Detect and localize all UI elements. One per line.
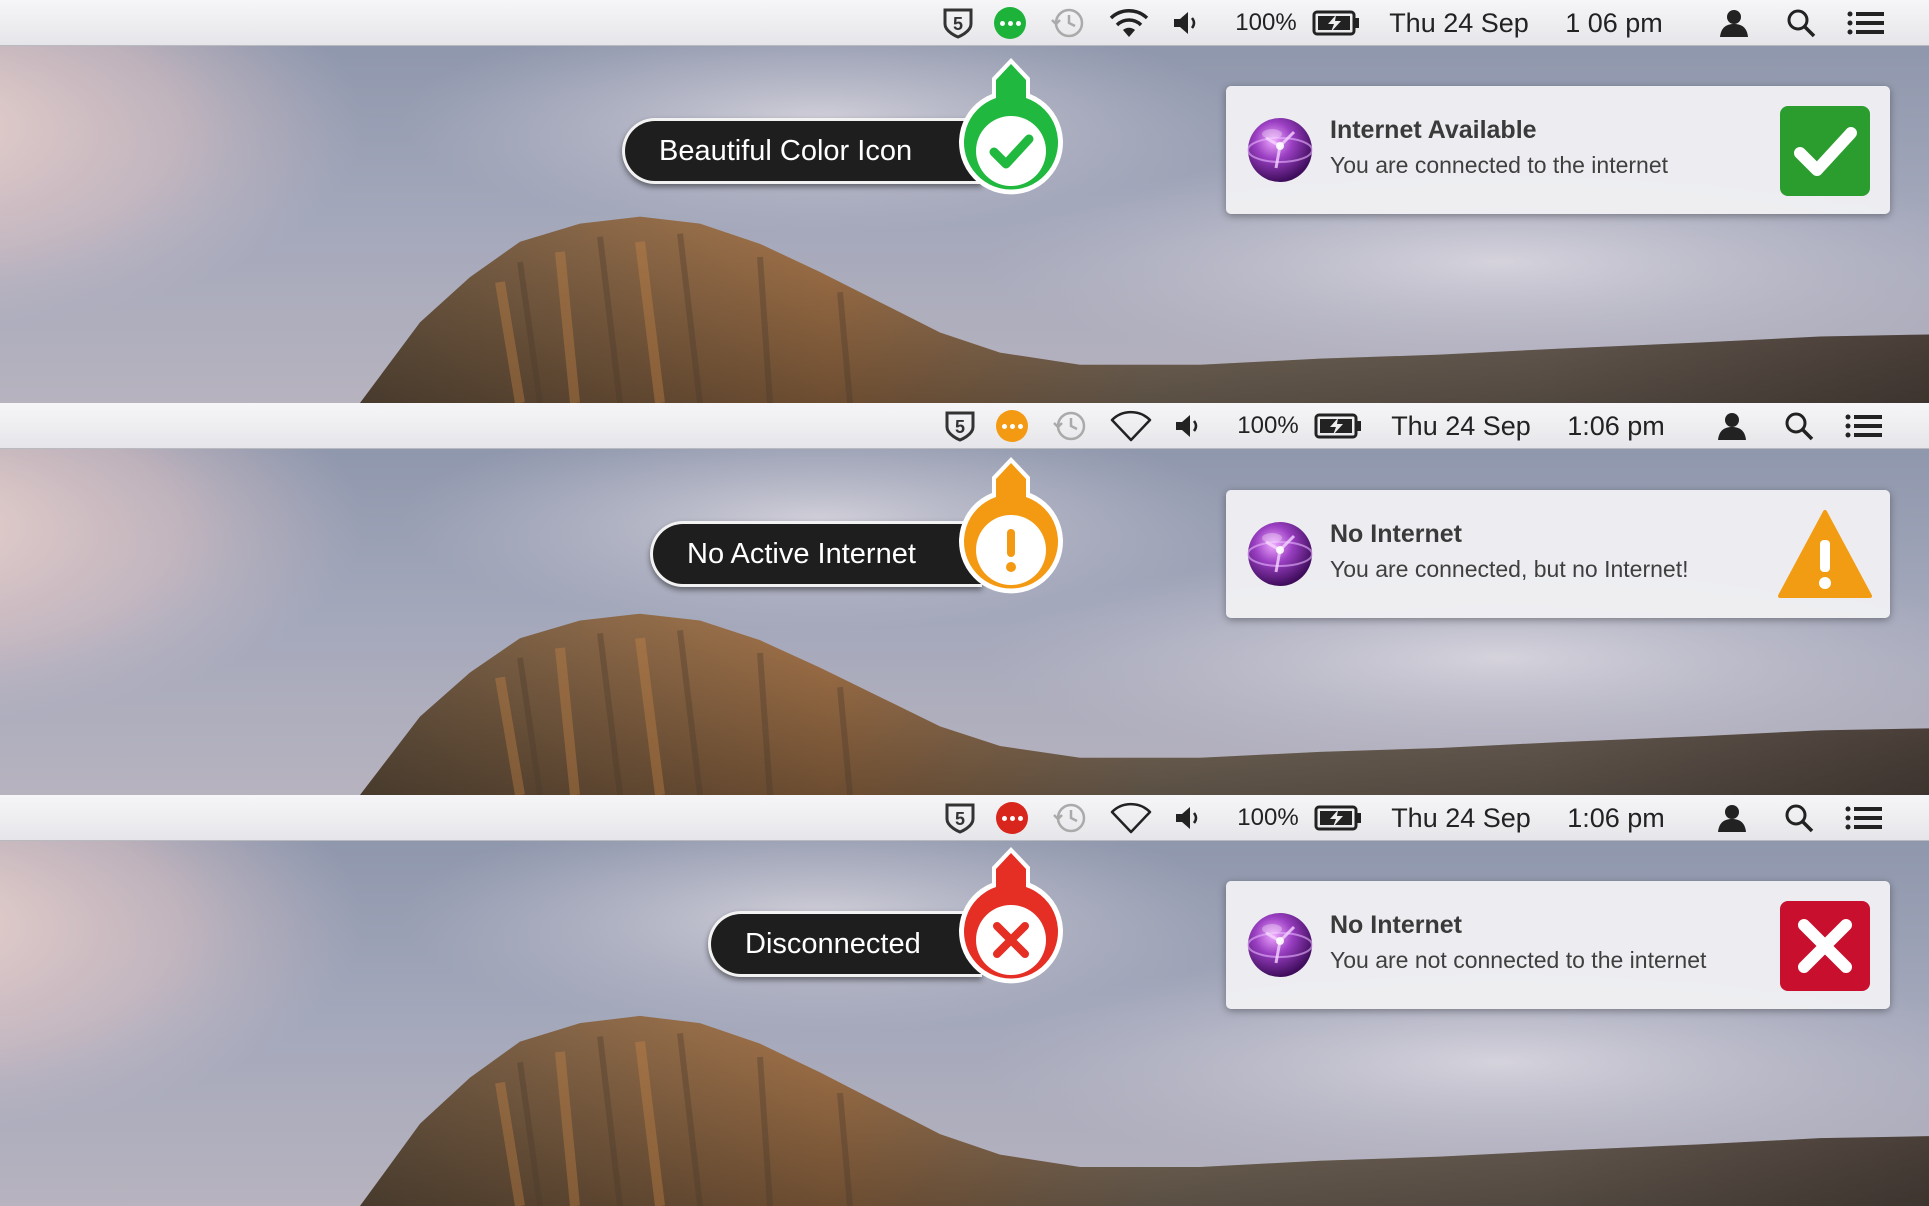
menu-bar: 5 100% Thu 24 Sep 1 06 pm: [0, 0, 1929, 46]
menu-date[interactable]: Thu 24 Sep: [1389, 8, 1529, 39]
shield-icon[interactable]: 5: [940, 403, 980, 449]
notification-center-icon[interactable]: [1842, 403, 1886, 449]
volume-icon[interactable]: [1170, 795, 1206, 841]
notification-banner[interactable]: No Internet You are not connected to the…: [1226, 881, 1890, 1009]
volume-icon[interactable]: [1170, 403, 1206, 449]
menu-date[interactable]: Thu 24 Sep: [1391, 411, 1531, 442]
search-icon[interactable]: [1780, 795, 1818, 841]
battery-percent: 100%: [1237, 804, 1299, 831]
notification-banner[interactable]: Internet Available You are connected to …: [1226, 86, 1890, 214]
wifi-icon[interactable]: [1108, 403, 1154, 449]
time-machine-icon[interactable]: [1050, 795, 1090, 841]
menu-date[interactable]: Thu 24 Sep: [1391, 803, 1531, 834]
status-menu-icon[interactable]: [990, 0, 1030, 46]
notification-banner[interactable]: No Internet You are connected, but no In…: [1226, 490, 1890, 618]
menu-bar: 5 100% Thu 24 Sep 1:06 pm: [0, 403, 1929, 449]
user-icon[interactable]: [1714, 0, 1754, 46]
search-icon[interactable]: [1782, 0, 1820, 46]
notification-title: No Internet: [1330, 911, 1462, 939]
app-globe-icon: [1246, 116, 1314, 184]
warning-triangle-icon: [1778, 510, 1872, 598]
exclamation-icon: [959, 457, 1063, 594]
cross-icon: [1780, 901, 1870, 991]
app-globe-icon: [1246, 520, 1314, 588]
menu-time[interactable]: 1:06 pm: [1567, 411, 1665, 442]
volume-icon[interactable]: [1168, 0, 1204, 46]
search-icon[interactable]: [1780, 403, 1818, 449]
user-icon[interactable]: [1712, 795, 1752, 841]
svg-text:5: 5: [953, 14, 963, 34]
time-machine-icon[interactable]: [1050, 403, 1090, 449]
callout-label: Beautiful Color Icon: [622, 118, 982, 184]
svg-text:5: 5: [955, 417, 965, 437]
shield-icon[interactable]: 5: [938, 0, 978, 46]
battery-icon[interactable]: [1312, 795, 1364, 841]
cross-icon: [959, 847, 1063, 984]
notification-title: Internet Available: [1330, 116, 1537, 144]
notification-message: You are not connected to the internet: [1330, 947, 1707, 973]
svg-text:5: 5: [955, 809, 965, 829]
ellipsis-green-icon: [994, 7, 1026, 39]
menu-time[interactable]: 1 06 pm: [1565, 8, 1663, 39]
status-menu-icon[interactable]: [992, 795, 1032, 841]
panel-disconnected: 5 100% Thu 24 Sep 1:06 pm Disconnected N…: [0, 795, 1929, 1206]
battery-icon[interactable]: [1310, 0, 1362, 46]
panel-no-internet: 5 100% Thu 24 Sep 1:06 pm No Active Inte…: [0, 403, 1929, 795]
notification-title: No Internet: [1330, 520, 1462, 548]
notification-message: You are connected to the internet: [1330, 152, 1669, 178]
app-globe-icon: [1246, 911, 1314, 979]
callout-label: No Active Internet: [650, 521, 982, 587]
panel-connected: 5 100% Thu 24 Sep 1 06 pm Beautiful Colo…: [0, 0, 1929, 403]
notification-message: You are connected, but no Internet!: [1330, 556, 1689, 582]
battery-percent: 100%: [1235, 9, 1297, 36]
wifi-icon[interactable]: [1106, 0, 1152, 46]
menu-bar: 5 100% Thu 24 Sep 1:06 pm: [0, 795, 1929, 841]
status-menu-icon[interactable]: [992, 403, 1032, 449]
checkmark-icon: [959, 58, 1063, 195]
shield-icon[interactable]: 5: [940, 795, 980, 841]
notification-center-icon[interactable]: [1842, 795, 1886, 841]
callout-label: Disconnected: [708, 911, 982, 977]
battery-percent: 100%: [1237, 412, 1299, 439]
user-icon[interactable]: [1712, 403, 1752, 449]
time-machine-icon[interactable]: [1048, 0, 1088, 46]
battery-icon[interactable]: [1312, 403, 1364, 449]
menu-time[interactable]: 1:06 pm: [1567, 803, 1665, 834]
ellipsis-orange-icon: [996, 410, 1028, 442]
ellipsis-red-icon: [996, 802, 1028, 834]
wifi-icon[interactable]: [1108, 795, 1154, 841]
notification-center-icon[interactable]: [1844, 0, 1888, 46]
checkmark-icon: [1780, 106, 1870, 196]
